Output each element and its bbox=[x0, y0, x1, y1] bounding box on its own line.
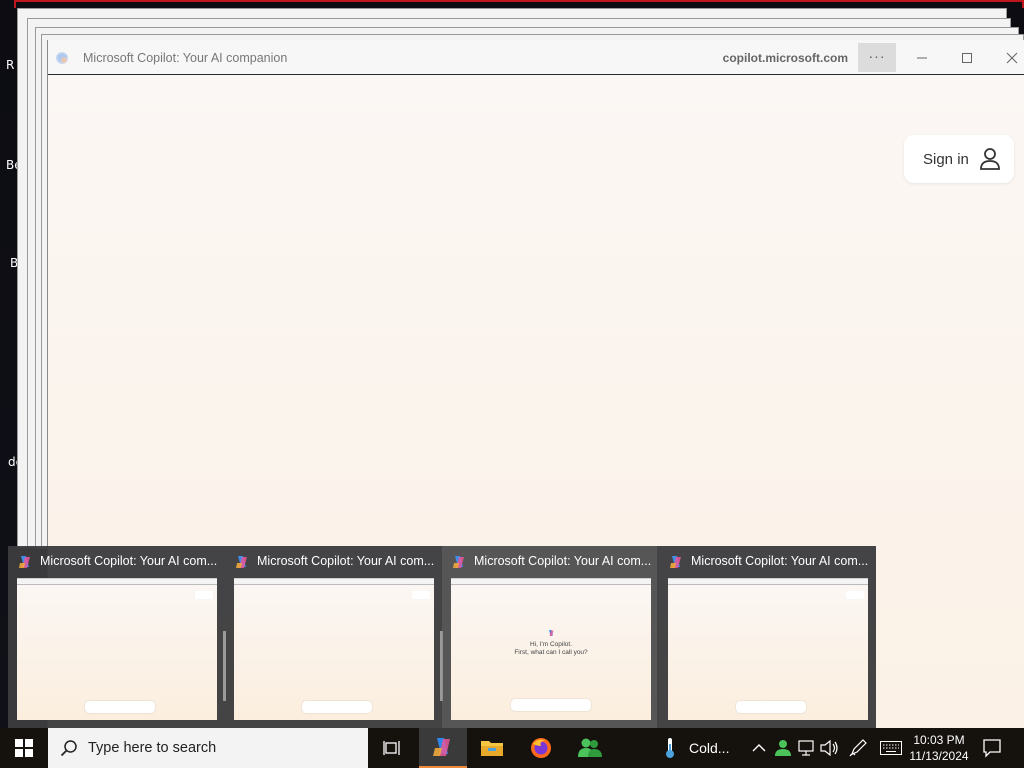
pen-workspace-button[interactable] bbox=[848, 738, 868, 758]
window-title: Microsoft Copilot: Your AI companion bbox=[83, 51, 288, 65]
greeting-line: First, what can I call you? bbox=[514, 649, 588, 656]
windows-start-icon bbox=[15, 739, 33, 757]
window-thumbnail[interactable]: Microsoft Copilot: Your AI com... Hi, I'… bbox=[442, 546, 657, 728]
thumbnail-sign-in bbox=[412, 591, 430, 599]
taskbar-search-box[interactable]: Type here to search bbox=[48, 728, 368, 768]
taskbar-firefox-button[interactable] bbox=[517, 728, 565, 768]
wallpaper-accent bbox=[14, 0, 1024, 8]
file-explorer-icon bbox=[481, 741, 503, 756]
notification-icon bbox=[983, 739, 1001, 758]
network-icon bbox=[798, 740, 814, 756]
thumbnail-title: Microsoft Copilot: Your AI com... bbox=[257, 554, 435, 568]
action-center-button[interactable] bbox=[982, 738, 1002, 763]
sign-in-button[interactable]: Sign in bbox=[904, 135, 1014, 183]
copilot-icon bbox=[670, 556, 681, 568]
close-icon bbox=[1006, 52, 1018, 63]
start-button[interactable] bbox=[0, 728, 48, 768]
thumbnail-input bbox=[85, 701, 155, 713]
firefox-icon bbox=[531, 738, 551, 758]
weather-text[interactable]: Cold... bbox=[689, 740, 729, 756]
thumbnail-titlebar bbox=[451, 579, 651, 585]
people-icon bbox=[775, 740, 791, 756]
tray-people-icon-button[interactable] bbox=[773, 738, 793, 758]
more-options-button[interactable]: ··· bbox=[858, 43, 896, 72]
task-view-icon bbox=[383, 741, 400, 755]
thumbnail-sign-in bbox=[846, 591, 864, 599]
minimize-button[interactable] bbox=[900, 43, 944, 72]
window-thumbnail[interactable]: Microsoft Copilot: Your AI com... bbox=[225, 546, 443, 728]
chevron-up-icon bbox=[752, 744, 766, 752]
taskbar-copilot-button[interactable] bbox=[419, 728, 467, 768]
desktop-icon-label[interactable]: R bbox=[6, 58, 14, 72]
thumbnail-titlebar bbox=[234, 579, 434, 585]
copilot-icon bbox=[549, 630, 554, 636]
minimize-icon bbox=[917, 57, 927, 58]
sign-in-label: Sign in bbox=[923, 150, 969, 168]
thumbnail-title: Microsoft Copilot: Your AI com... bbox=[474, 554, 652, 568]
copilot-icon bbox=[19, 556, 30, 568]
maximize-button[interactable] bbox=[945, 43, 989, 72]
task-view-button[interactable] bbox=[368, 728, 416, 768]
thumbnail-input bbox=[511, 699, 591, 711]
pen-icon bbox=[849, 739, 867, 757]
thumbnail-sign-in bbox=[195, 591, 213, 599]
copilot-icon bbox=[236, 556, 247, 568]
thumbnail-greeting: Hi, I'm Copilot. First, what can I call … bbox=[451, 641, 651, 657]
touch-keyboard-button[interactable] bbox=[879, 738, 903, 758]
taskbar-file-explorer-button[interactable] bbox=[468, 728, 516, 768]
user-icon bbox=[980, 148, 1000, 170]
thumbnail-preview bbox=[17, 578, 226, 720]
copilot-icon bbox=[433, 738, 450, 756]
network-button[interactable] bbox=[797, 738, 817, 758]
copilot-icon bbox=[56, 52, 68, 64]
close-button[interactable] bbox=[990, 43, 1024, 72]
greeting-line: Hi, I'm Copilot. bbox=[529, 641, 573, 648]
volume-button[interactable] bbox=[820, 738, 840, 758]
show-hidden-icons-button[interactable] bbox=[749, 738, 769, 758]
taskbar-thumbnail-popup: Microsoft Copilot: Your AI com... Micros… bbox=[8, 546, 876, 728]
search-icon bbox=[60, 740, 77, 757]
thumbnail-title: Microsoft Copilot: Your AI com... bbox=[40, 554, 218, 568]
title-bar[interactable]: Microsoft Copilot: Your AI companion cop… bbox=[48, 40, 1024, 75]
window-thumbnail[interactable]: Microsoft Copilot: Your AI com... bbox=[8, 546, 226, 728]
keyboard-icon bbox=[880, 741, 902, 755]
thumbnail-titlebar bbox=[17, 579, 217, 585]
thumbnail-titlebar bbox=[668, 579, 868, 585]
maximize-icon bbox=[962, 52, 972, 63]
thumbnail-preview bbox=[234, 578, 443, 720]
site-domain: copilot.microsoft.com bbox=[722, 51, 848, 65]
thumbnail-title: Microsoft Copilot: Your AI com... bbox=[691, 554, 869, 568]
thumbnail-preview bbox=[668, 578, 868, 720]
clock-time: 10:03 PM bbox=[913, 733, 965, 747]
thumbnail-input bbox=[736, 701, 806, 713]
copilot-icon bbox=[453, 556, 464, 568]
people-icon bbox=[578, 738, 602, 757]
weather-widget[interactable] bbox=[660, 738, 680, 758]
search-placeholder: Type here to search bbox=[88, 740, 217, 756]
taskbar: Type here to search Cold... 10:03 PM 11/… bbox=[0, 728, 1024, 768]
thumbnail-preview: Hi, I'm Copilot. First, what can I call … bbox=[451, 578, 651, 720]
taskbar-people-button[interactable] bbox=[566, 728, 614, 768]
taskbar-clock[interactable]: 10:03 PM 11/13/2024 bbox=[904, 732, 974, 764]
clock-date: 11/13/2024 bbox=[909, 749, 969, 763]
volume-icon bbox=[820, 740, 838, 756]
window-thumbnail[interactable]: Microsoft Copilot: Your AI com... bbox=[659, 546, 874, 728]
thermometer-icon bbox=[666, 738, 674, 758]
thumbnail-input bbox=[302, 701, 372, 713]
